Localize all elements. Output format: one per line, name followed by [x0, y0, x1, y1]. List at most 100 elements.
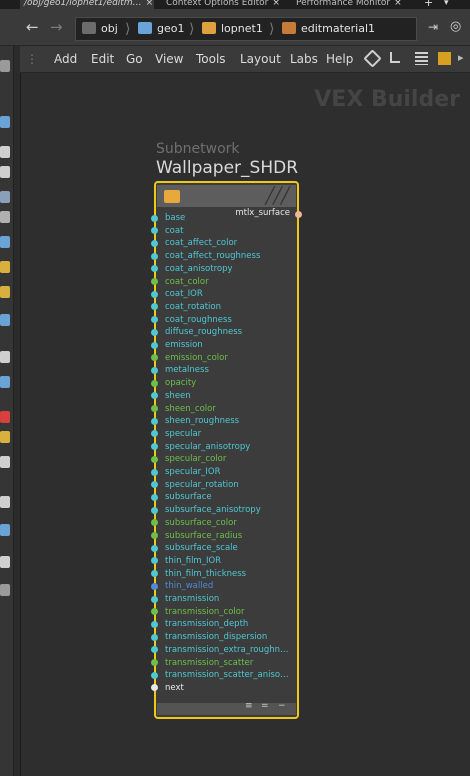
input-connector[interactable]	[151, 417, 158, 425]
tool-icon[interactable]	[0, 556, 10, 568]
breadcrumb-obj[interactable]: obj	[82, 18, 118, 40]
tab-performance-monitor[interactable]: Performance Monitor ×	[292, 0, 412, 9]
forward-arrow-icon[interactable]: →	[50, 18, 63, 36]
tool-icon[interactable]	[0, 146, 10, 158]
input-connector[interactable]	[151, 633, 158, 641]
tool-icon[interactable]	[0, 351, 10, 363]
input-connector[interactable]	[151, 544, 158, 552]
pin-icon[interactable]: ⇥	[428, 18, 438, 36]
back-arrow-icon[interactable]: ←	[26, 18, 39, 36]
input-connector[interactable]	[151, 557, 158, 565]
input-connector[interactable]	[151, 481, 158, 489]
input-connector[interactable]	[151, 265, 158, 273]
menu-tools[interactable]: Tools	[196, 46, 226, 72]
grid-view-icon[interactable]	[438, 52, 451, 65]
output-connector[interactable]	[295, 211, 302, 218]
tool-icon[interactable]	[0, 584, 10, 596]
input-connector[interactable]	[151, 303, 158, 311]
menu-add[interactable]: Add	[54, 46, 77, 72]
input-connector[interactable]	[151, 595, 158, 603]
input-label: transmission_scatter	[165, 657, 254, 668]
tool-icon[interactable]	[0, 211, 10, 223]
input-connector[interactable]	[151, 278, 158, 285]
input-connector[interactable]	[151, 443, 158, 451]
input-connector[interactable]	[151, 366, 158, 374]
input-connector[interactable]	[151, 354, 158, 362]
tab-menu-icon[interactable]: ▾	[440, 0, 449, 9]
input-connector[interactable]	[151, 659, 158, 666]
tool-icon[interactable]	[0, 456, 10, 468]
tree-icon[interactable]	[390, 52, 400, 63]
wrench-icon[interactable]	[363, 49, 382, 68]
input-connector[interactable]	[151, 468, 158, 476]
tool-icon[interactable]	[0, 60, 10, 72]
input-connector[interactable]	[151, 290, 158, 298]
input-label: specular_rotation	[165, 479, 239, 490]
menu-labs[interactable]: Labs	[290, 46, 318, 72]
tool-icon[interactable]	[0, 261, 10, 273]
input-connector[interactable]	[151, 582, 158, 590]
tool-icon[interactable]	[0, 116, 10, 128]
menu-layout[interactable]: Layout	[240, 46, 281, 72]
breadcrumb-lopnet1[interactable]: lopnet1	[202, 18, 263, 40]
chevron-right-icon[interactable]: ▸	[458, 51, 470, 64]
subnetwork-node[interactable]: ╱╱╱ mtlx_surface base coat coat_affect_col…	[151, 181, 302, 719]
input-connector[interactable]	[151, 341, 158, 349]
close-icon[interactable]: ×	[394, 0, 402, 8]
equals-icon[interactable]: =	[261, 701, 269, 711]
input-connector[interactable]	[151, 671, 158, 679]
input-connector[interactable]	[151, 519, 158, 527]
menu-view[interactable]: View	[155, 46, 183, 72]
tab-context-options[interactable]: Context Options Editor ×	[162, 0, 284, 9]
menu-edit[interactable]: Edit	[91, 46, 114, 72]
minus-icon[interactable]: −	[278, 701, 286, 711]
input-connector[interactable]	[151, 532, 158, 539]
close-icon[interactable]: ×	[146, 0, 154, 8]
pane-divider[interactable]	[14, 46, 21, 776]
breadcrumb-editmaterial1[interactable]: editmaterial1	[282, 18, 375, 40]
tool-icon[interactable]	[0, 314, 10, 326]
menu-go[interactable]: Go	[126, 46, 143, 72]
close-icon[interactable]: ×	[272, 0, 280, 8]
input-connector[interactable]	[151, 316, 158, 324]
menu-help[interactable]: Help	[326, 46, 353, 72]
tool-icon[interactable]	[0, 411, 10, 423]
tool-icon[interactable]	[0, 376, 10, 388]
input-connector[interactable]	[151, 328, 158, 336]
tool-icon[interactable]	[0, 496, 10, 508]
input-connector[interactable]	[151, 392, 158, 400]
tool-icon[interactable]	[0, 431, 10, 443]
lock-icon[interactable]	[0, 166, 10, 178]
node-flags-icon[interactable]: ╱╱╱	[265, 185, 290, 207]
input-label: subsurface_scale	[165, 543, 238, 554]
input-connector[interactable]	[151, 570, 158, 578]
input-connector[interactable]	[151, 239, 158, 247]
input-connector[interactable]	[151, 252, 158, 260]
input-connector[interactable]	[151, 455, 158, 463]
input-connector[interactable]	[151, 620, 158, 628]
pane-handle-icon[interactable]: ⋮	[26, 46, 38, 72]
add-tab-icon[interactable]: +	[420, 0, 433, 9]
breadcrumb-geo1[interactable]: geo1	[138, 18, 184, 40]
tab-network-path[interactable]: /obj/geo1/lopnet1/editm… ×	[20, 0, 154, 9]
menu-lines-icon[interactable]: ≡	[245, 701, 253, 711]
tool-icon[interactable]	[0, 236, 10, 248]
node-name-label[interactable]: Wallpaper_SHDR	[156, 158, 298, 178]
input-connector[interactable]	[151, 493, 158, 501]
node-header[interactable]: ╱╱╱	[157, 185, 296, 207]
tool-icon[interactable]	[0, 191, 10, 203]
tool-icon[interactable]	[0, 524, 10, 536]
input-connector[interactable]	[151, 646, 158, 654]
list-view-icon[interactable]	[415, 52, 428, 65]
tool-icon[interactable]	[0, 286, 10, 298]
input-connector[interactable]	[151, 214, 158, 222]
input-connector[interactable]	[151, 684, 158, 692]
input-connector[interactable]	[151, 227, 158, 235]
input-connector[interactable]	[151, 405, 158, 412]
input-connector[interactable]	[151, 430, 158, 438]
input-connector[interactable]	[151, 379, 158, 387]
link-icon[interactable]: ◎	[450, 18, 461, 36]
input-connector[interactable]	[151, 608, 158, 616]
input-connector[interactable]	[151, 506, 158, 514]
network-canvas[interactable]: VEX Builder Subnetwork Wallpaper_SHDR ╱╱…	[21, 73, 470, 776]
